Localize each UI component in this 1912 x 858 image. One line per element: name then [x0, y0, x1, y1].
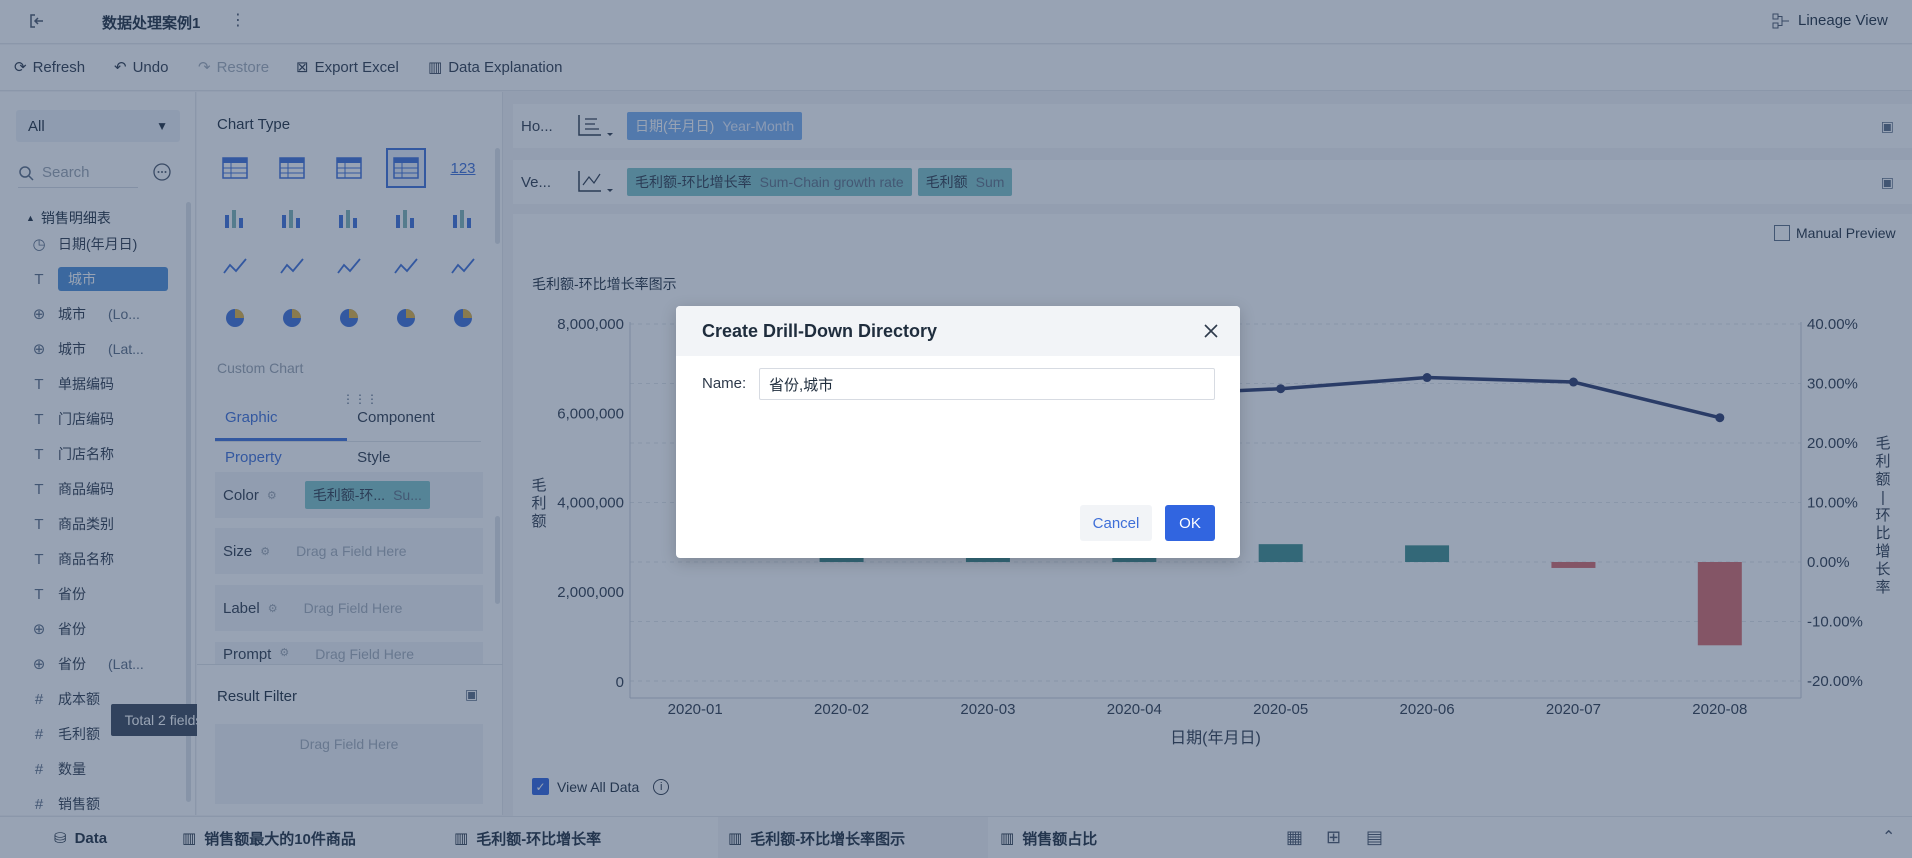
close-icon[interactable] — [1204, 324, 1218, 338]
drill-down-dialog: Create Drill-Down Directory Name: Cancel… — [676, 306, 1240, 558]
dialog-title: Create Drill-Down Directory — [702, 320, 938, 341]
name-label: Name: — [702, 375, 747, 392]
ok-button[interactable]: OK — [1165, 505, 1215, 541]
dialog-body: Name: Cancel OK — [676, 356, 1240, 558]
name-input[interactable] — [759, 368, 1215, 400]
dialog-header: Create Drill-Down Directory — [676, 306, 1240, 356]
cancel-button[interactable]: Cancel — [1080, 505, 1152, 541]
